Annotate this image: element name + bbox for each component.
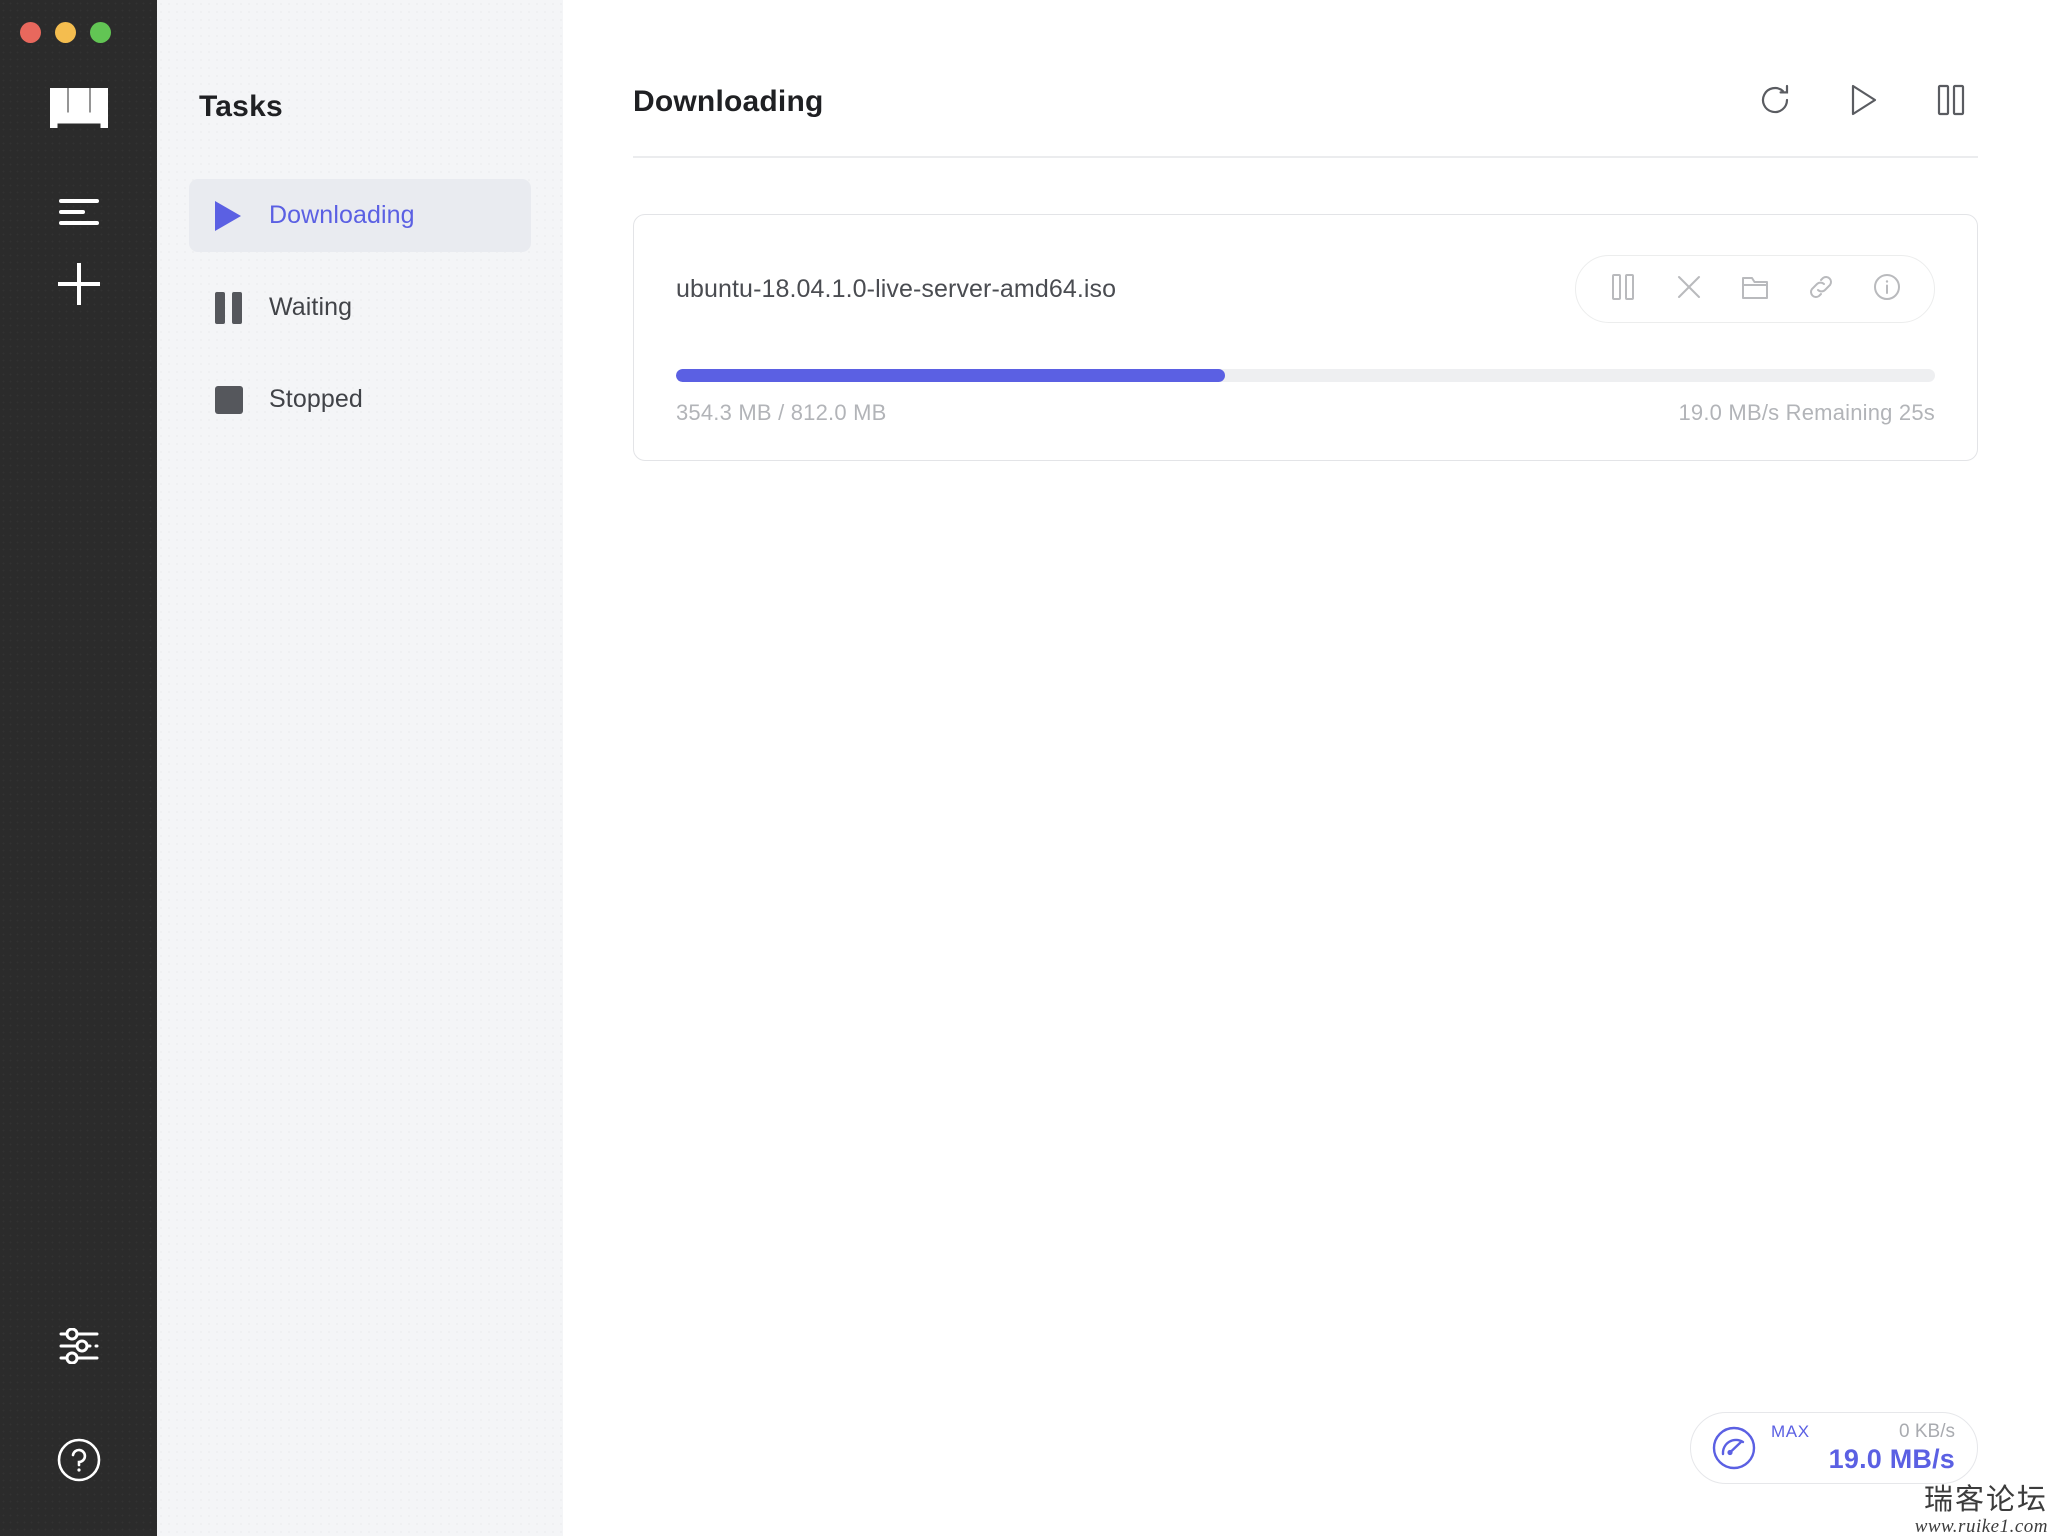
task-action-toolbar [1575, 255, 1935, 323]
watermark-text: 瑞客论坛 [1923, 1482, 2048, 1516]
sliders-icon [59, 1327, 99, 1369]
question-circle-icon [57, 1438, 101, 1487]
sidebar-item-label: Stopped [269, 385, 363, 413]
header-divider [633, 156, 1978, 158]
rail-bottom-group [0, 1312, 157, 1498]
info-circle-icon [1873, 273, 1901, 306]
pause-all-button[interactable] [1931, 82, 1971, 122]
add-task-button[interactable] [43, 250, 115, 322]
page-title: Downloading [633, 85, 824, 118]
pause-task-button[interactable] [1590, 267, 1656, 311]
app-logo-icon [46, 82, 111, 130]
download-speed-value: 19.0 MB/s [1828, 1444, 1955, 1474]
pause-icon [215, 291, 255, 324]
sidebar-item-waiting[interactable]: Waiting [189, 271, 531, 344]
folder-icon [1741, 274, 1769, 305]
pause-outline-icon [1611, 273, 1635, 306]
refresh-icon [1758, 83, 1792, 122]
app-window: Tasks Downloading Waiting Stopped Downlo… [0, 0, 2048, 1536]
speedometer-icon [1711, 1425, 1757, 1471]
resume-all-button[interactable] [1843, 82, 1883, 122]
open-folder-button[interactable] [1722, 267, 1788, 311]
stop-square-icon [215, 385, 255, 414]
watermark-url-text: www.ruike1.com [1914, 1516, 2048, 1536]
task-card[interactable]: ubuntu-18.04.1.0-live-server-amd64.iso 3… [633, 214, 1978, 461]
play-icon [215, 200, 255, 231]
task-list-icon [58, 198, 99, 231]
sidebar-item-stopped[interactable]: Stopped [189, 363, 531, 436]
play-outline-icon [1847, 83, 1879, 122]
task-card-header: ubuntu-18.04.1.0-live-server-amd64.iso [676, 255, 1935, 323]
speed-max-label: MAX [1771, 1422, 1810, 1441]
task-info-button[interactable] [1854, 267, 1920, 311]
sidebar-item-label: Downloading [269, 201, 415, 229]
task-nav: Downloading Waiting Stopped [189, 179, 531, 436]
task-file-name: ubuntu-18.04.1.0-live-server-amd64.iso [676, 274, 1117, 303]
upload-speed-value: 0 KB/s [1899, 1421, 1955, 1442]
header-actions [1755, 82, 1977, 122]
close-window-button[interactable] [20, 22, 41, 43]
speed-widget[interactable]: MAX 0 KB/s 19.0 MB/s [1690, 1412, 1978, 1484]
refresh-button[interactable] [1755, 82, 1795, 122]
main-content: Downloading ubuntu-18.04.1.0-live-server… [563, 0, 2048, 1536]
task-panel: Tasks Downloading Waiting Stopped [157, 0, 563, 1536]
zoom-window-button[interactable] [90, 22, 111, 43]
preferences-button[interactable] [43, 1312, 115, 1384]
main-header: Downloading [633, 0, 1978, 122]
sidebar-item-downloading[interactable]: Downloading [189, 179, 531, 252]
minimize-window-button[interactable] [55, 22, 76, 43]
help-button[interactable] [43, 1426, 115, 1498]
close-icon [1676, 274, 1702, 305]
sidebar-item-label: Waiting [269, 293, 353, 321]
task-status-text: 19.0 MB/s Remaining 25s [1678, 400, 1935, 425]
copy-link-button[interactable] [1788, 267, 1854, 311]
task-progress-text: 354.3 MB / 812.0 MB [676, 400, 887, 425]
plus-icon [57, 262, 100, 310]
link-icon [1807, 273, 1835, 306]
delete-task-button[interactable] [1656, 267, 1722, 311]
pause-outline-icon [1936, 83, 1966, 122]
task-progress-fill [676, 369, 1225, 382]
task-progress-bar [676, 369, 1935, 382]
traffic-lights [20, 22, 111, 43]
watermark: 瑞客论坛 www.ruike1.com [1915, 1485, 2048, 1536]
task-meta: 354.3 MB / 812.0 MB 19.0 MB/s Remaining … [676, 400, 1935, 426]
rail-icon-group [43, 178, 115, 322]
task-list-button[interactable] [43, 178, 115, 250]
left-rail [0, 0, 157, 1536]
speed-values: MAX 0 KB/s 19.0 MB/s [1757, 1421, 1955, 1475]
panel-title: Tasks [199, 90, 283, 123]
